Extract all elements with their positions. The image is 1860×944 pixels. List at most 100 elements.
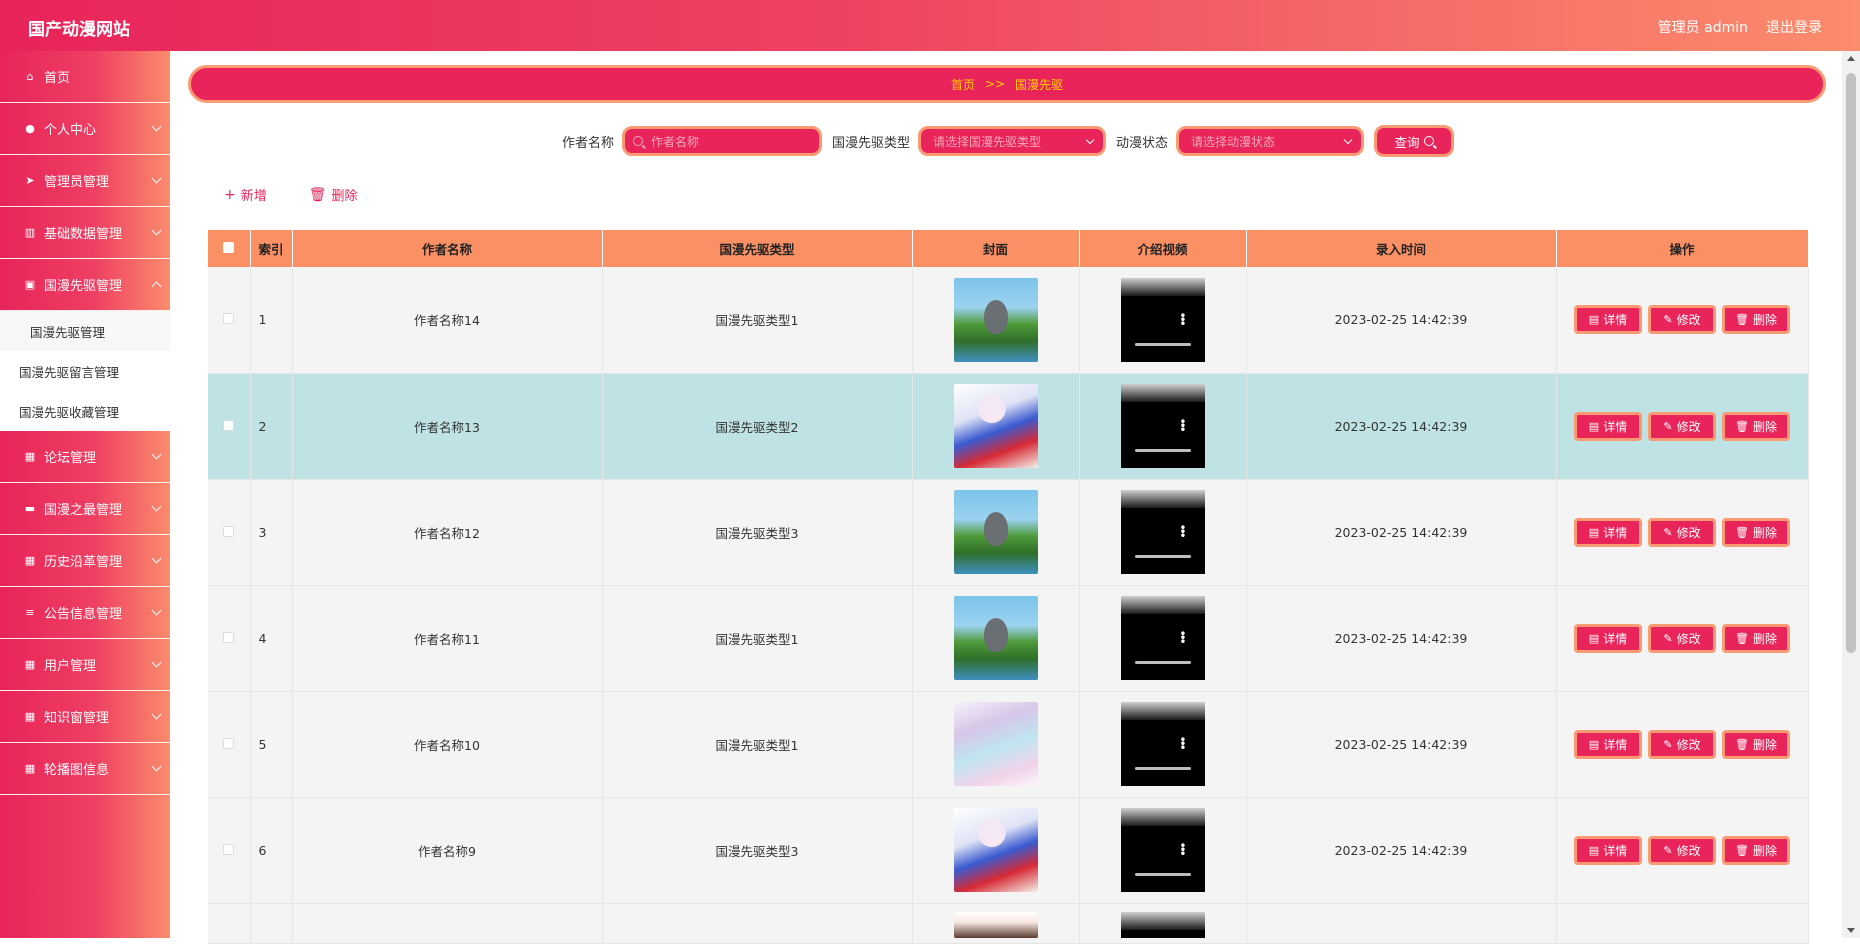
sidebar-item-personal-center[interactable]: ● 个人中心 <box>0 103 170 155</box>
select-all-cell <box>208 230 251 267</box>
sidebar-item-announcements[interactable]: ≡ 公告信息管理 <box>0 587 170 639</box>
cover-image[interactable] <box>953 490 1038 574</box>
vertical-scrollbar[interactable] <box>1842 51 1860 938</box>
sidebar-item-label: 管理员管理 <box>44 175 110 190</box>
table-row[interactable]: 6 作者名称9 国漫先驱类型3 • • • 2023-02-25 14:42:39 ▤ 详情 ✎ 修… <box>208 797 1809 904</box>
breadcrumb-home[interactable]: 首页 <box>951 76 975 93</box>
delete-button[interactable]: 🗑 删除 <box>1722 517 1790 547</box>
video-progress-bar[interactable] <box>1134 873 1191 876</box>
table-row[interactable]: 5 作者名称10 国漫先驱类型1 • • • 2023-02-25 14:42:39 ▤ 详情 ✎… <box>208 691 1809 798</box>
detail-button[interactable]: ▤ 详情 <box>1574 729 1642 759</box>
sidebar-item-history[interactable]: ▦ 历史沿革管理 <box>0 535 170 587</box>
detail-button[interactable]: ▤ 详情 <box>1574 623 1642 653</box>
cover-image[interactable] <box>953 911 1038 938</box>
video-player[interactable]: • • • <box>1120 596 1205 680</box>
sidebar-item-home[interactable]: ⌂ 首页 <box>0 51 170 103</box>
scroll-thumb[interactable] <box>1846 73 1856 653</box>
delete-button[interactable]: 🗑 删除 <box>1722 835 1790 865</box>
cover-image[interactable] <box>953 384 1038 468</box>
edit-button[interactable]: ✎ 修改 <box>1648 517 1716 547</box>
edit-button[interactable]: ✎ 修改 <box>1648 623 1716 653</box>
edit-button[interactable]: ✎ 修改 <box>1648 835 1716 865</box>
table-row[interactable]: 3 作者名称12 国漫先驱类型3 • • • 2023-02-25 14:42:39 ▤ 详情 ✎… <box>208 479 1809 586</box>
type-select[interactable]: 请选择国漫先驱类型 <box>918 126 1107 156</box>
edit-label: 修改 <box>1676 525 1701 540</box>
video-player[interactable]: • • • <box>1120 384 1205 468</box>
row-select-cell <box>208 797 251 904</box>
detail-button[interactable]: ▤ 详情 <box>1574 835 1642 865</box>
table-row[interactable]: 1 作者名称14 国漫先驱类型1 • • • 2023-02-25 14:42:39 ▤ 详情 ✎… <box>208 267 1809 374</box>
submenu-item-pioneer-comments[interactable]: 国漫先驱留言管理 <box>0 351 170 391</box>
row-checkbox[interactable] <box>223 313 235 325</box>
video-progress-bar[interactable] <box>1134 555 1191 558</box>
more-options-icon[interactable]: • • • <box>1179 522 1186 542</box>
cover-image[interactable] <box>953 277 1038 362</box>
sidebar-item-basic-data[interactable]: ▥ 基础数据管理 <box>0 207 170 259</box>
row-checkbox[interactable] <box>223 737 235 749</box>
edit-button[interactable]: ✎ 修改 <box>1648 411 1716 441</box>
video-progress-bar[interactable] <box>1134 342 1191 346</box>
row-checkbox[interactable] <box>223 843 235 855</box>
table-row[interactable]: 4 作者名称11 国漫先驱类型1 • • • 2023-02-25 14:42:39 ▤ 详情 ✎… <box>208 585 1809 692</box>
more-options-icon[interactable]: • • • <box>1179 628 1186 648</box>
cover-image[interactable] <box>953 808 1038 892</box>
sidebar-item-carousel[interactable]: ▦ 轮播图信息 <box>0 743 170 795</box>
edit-button[interactable]: ✎ 修改 <box>1648 729 1716 759</box>
table-row[interactable]: 2 作者名称13 国漫先驱类型2 • • • 2023-02-25 14:42:39 ▤ 详情 ✎… <box>208 373 1809 480</box>
type-placeholder: 请选择国漫先驱类型 <box>933 134 1042 149</box>
video-player[interactable]: • • • <box>1120 808 1205 892</box>
video-player[interactable] <box>1120 911 1205 938</box>
row-checkbox[interactable] <box>223 419 235 431</box>
delete-button[interactable]: 🗑 删除 <box>1722 305 1790 335</box>
sidebar-item-pioneer-management[interactable]: ▣ 国漫先驱管理 <box>0 259 170 311</box>
header-index: 索引 <box>250 230 293 267</box>
scroll-down-icon[interactable] <box>1847 928 1855 933</box>
row-checkbox[interactable] <box>223 525 235 537</box>
video-player[interactable]: • • • <box>1120 702 1205 786</box>
sidebar-item-admin-management[interactable]: ➤ 管理员管理 <box>0 155 170 207</box>
query-button[interactable]: 查询 <box>1374 125 1455 157</box>
table-row[interactable] <box>208 903 1809 944</box>
delete-label: 删除 <box>1752 313 1777 328</box>
author-search-input[interactable]: 作者名称 <box>622 126 823 156</box>
edit-button[interactable]: ✎ 修改 <box>1648 305 1716 335</box>
sidebar-item-knowledge[interactable]: ▦ 知识窗管理 <box>0 691 170 743</box>
more-options-icon[interactable]: • • • <box>1179 416 1186 436</box>
video-progress-bar[interactable] <box>1134 661 1191 664</box>
video-player[interactable]: • • • <box>1120 490 1205 574</box>
delete-button[interactable]: 🗑 删除 <box>1722 729 1790 759</box>
select-all-checkbox[interactable] <box>223 242 235 253</box>
more-options-icon[interactable]: • • • <box>1179 840 1186 860</box>
home-icon: ⌂ <box>26 70 34 83</box>
sidebar-item-users[interactable]: ▦ 用户管理 <box>0 639 170 691</box>
delete-button[interactable]: 🗑 删除 <box>1722 623 1790 653</box>
video-progress-bar[interactable] <box>1134 449 1191 452</box>
main-content: 首页 >> 国漫先驱 作者名称 作者名称 国漫先驱类型 请选择国漫先驱类型 动漫… <box>170 51 1842 944</box>
row-checkbox[interactable] <box>223 631 235 643</box>
more-options-icon[interactable]: • • • <box>1179 310 1186 330</box>
action-bar: + 新增 🗑 删除 <box>224 185 400 205</box>
scroll-up-icon[interactable] <box>1847 56 1855 61</box>
send-icon: ➤ <box>25 174 35 187</box>
add-button[interactable]: + 新增 <box>224 185 267 205</box>
detail-button[interactable]: ▤ 详情 <box>1574 517 1642 547</box>
detail-button[interactable]: ▤ 详情 <box>1574 411 1642 441</box>
submenu-item-pioneer-favorites[interactable]: 国漫先驱收藏管理 <box>0 391 170 431</box>
chevron-down-icon <box>151 173 162 184</box>
trash-icon: 🗑 <box>1735 631 1749 645</box>
sidebar-item-best-of[interactable]: ▬ 国漫之最管理 <box>0 483 170 535</box>
video-player[interactable]: • • • <box>1120 277 1205 362</box>
header-author: 作者名称 <box>292 230 603 267</box>
submenu-item-pioneer[interactable]: 国漫先驱管理 <box>0 311 170 351</box>
more-options-icon[interactable]: • • • <box>1179 734 1186 754</box>
status-select[interactable]: 请选择动漫状态 <box>1176 126 1365 156</box>
logout-link[interactable]: 退出登录 <box>1766 17 1822 37</box>
sidebar-item-forum[interactable]: ▦ 论坛管理 <box>0 431 170 483</box>
cover-image[interactable] <box>953 596 1038 680</box>
detail-button[interactable]: ▤ 详情 <box>1574 305 1642 335</box>
header-actions: 操作 <box>1556 230 1809 267</box>
batch-delete-button[interactable]: 🗑 删除 <box>309 185 358 205</box>
delete-button[interactable]: 🗑 删除 <box>1722 411 1790 441</box>
cover-image[interactable] <box>953 702 1038 786</box>
video-progress-bar[interactable] <box>1134 767 1191 770</box>
